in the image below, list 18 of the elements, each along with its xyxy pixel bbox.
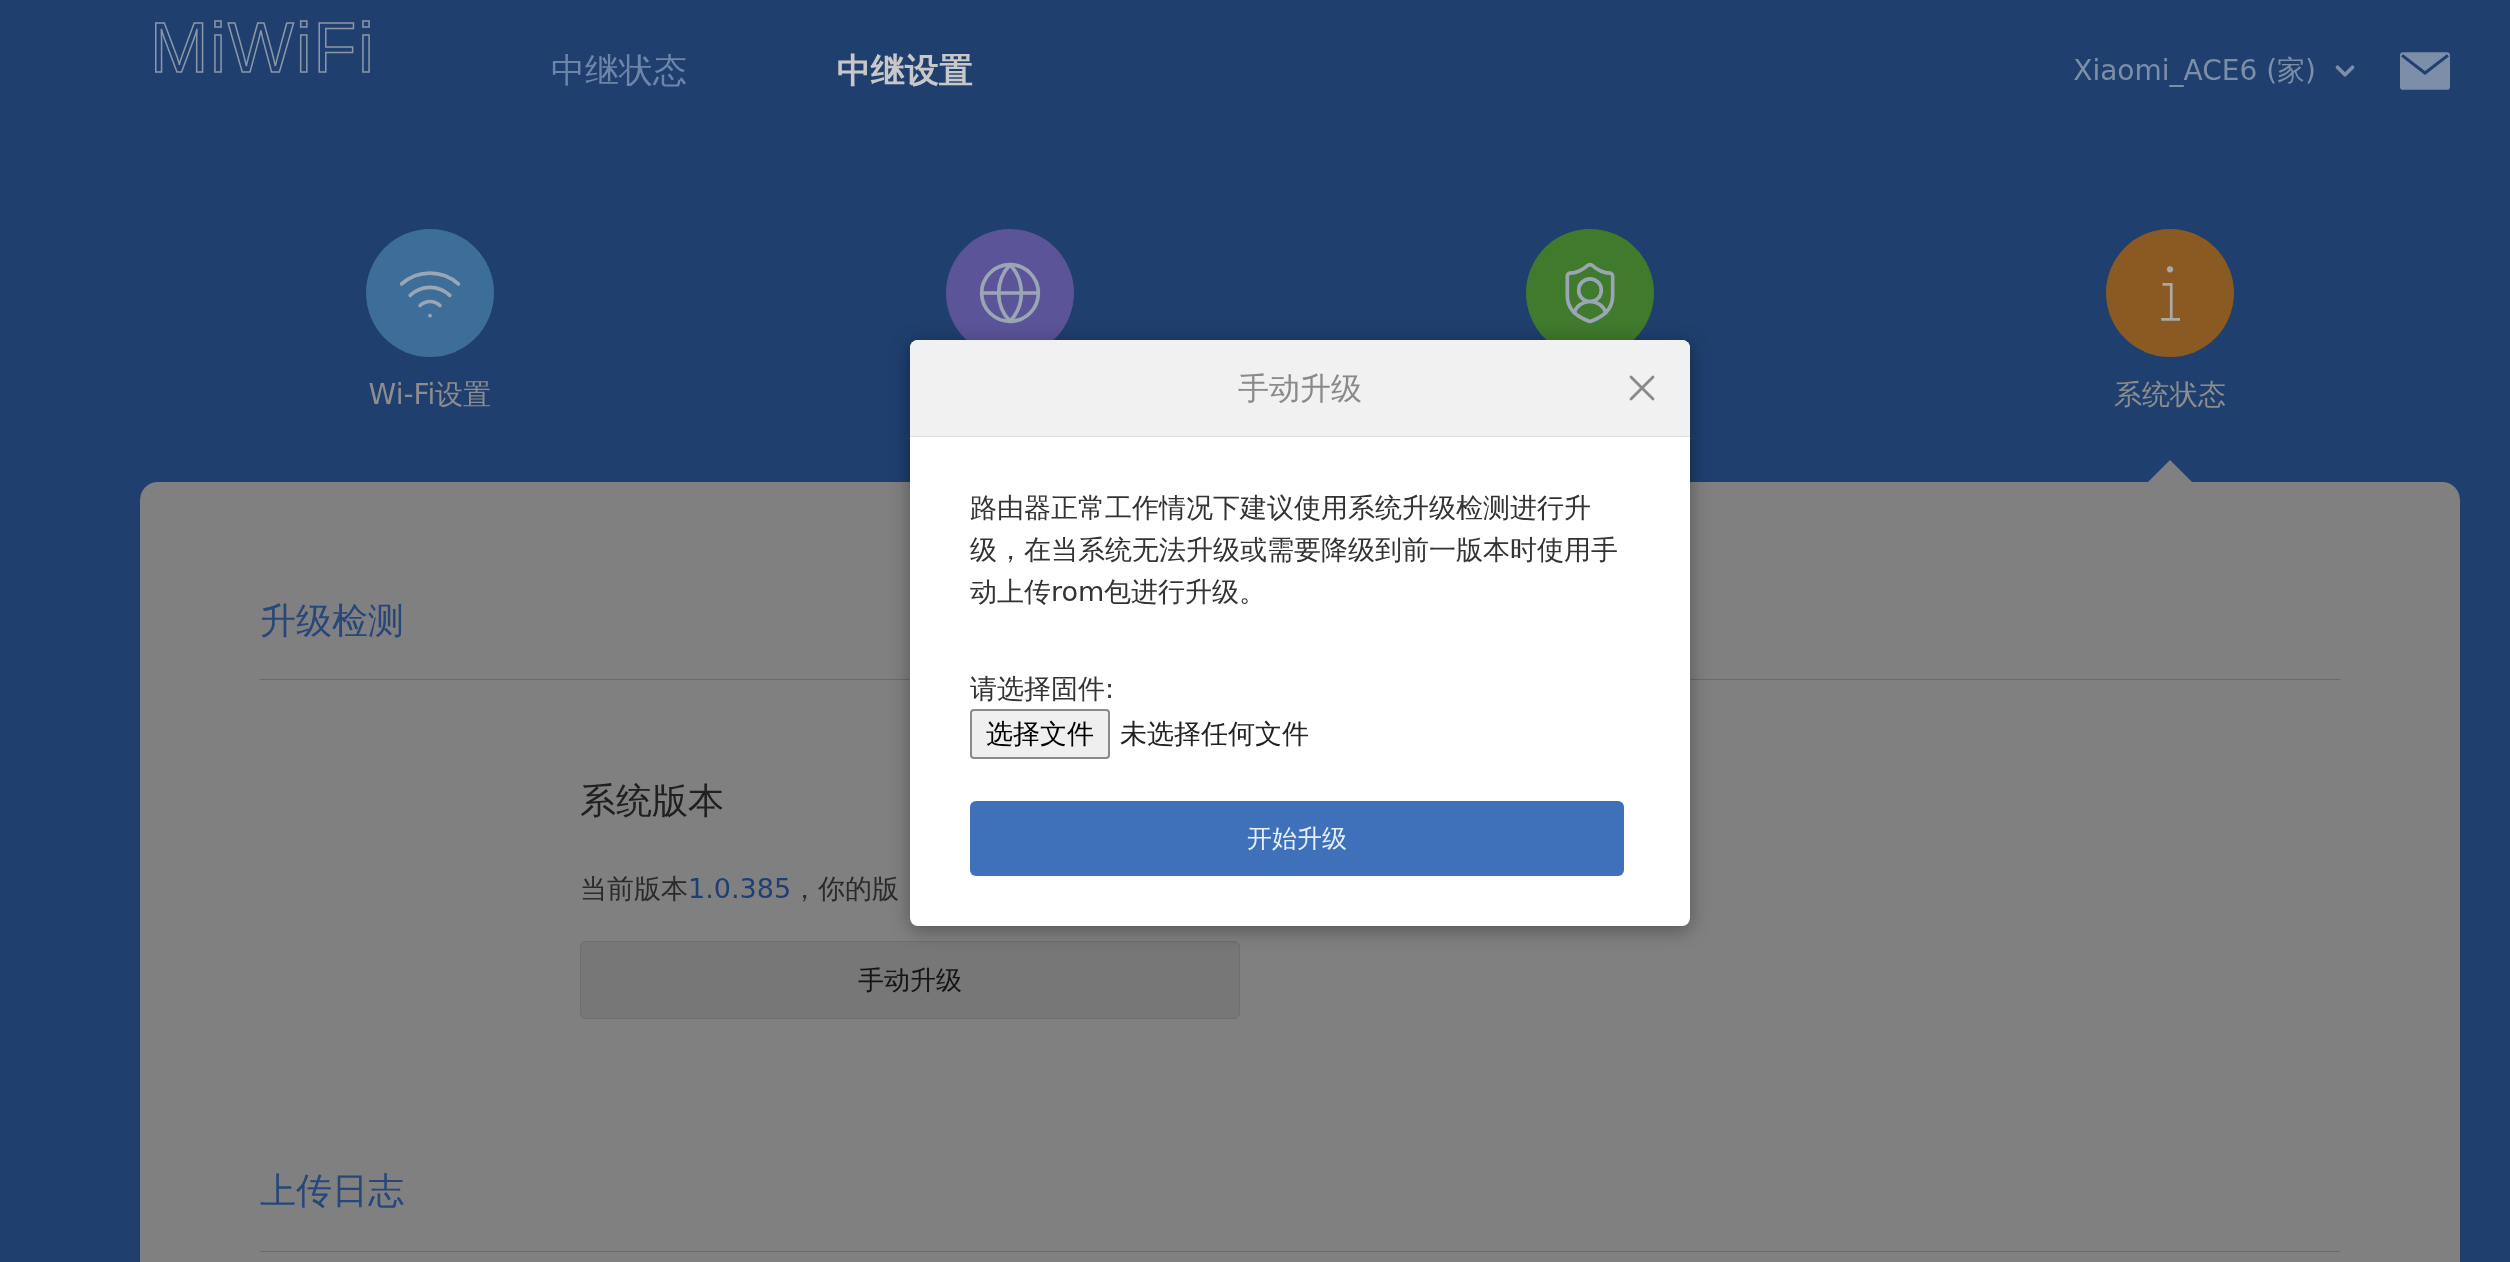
start-upgrade-button[interactable]: 开始升级 [970,801,1624,876]
section-title: 上传日志 [260,1169,404,1213]
dialog-message: 路由器正常工作情况下建议使用系统升级检测进行升级，在当系统无法升级或需要降级到前一版本时使用手动上传rom包进行升级。 [970,491,1619,609]
file-status: 未选择任何文件 [1120,716,1309,751]
mail-icon[interactable] [2400,52,2450,90]
choose-file-button[interactable]: 选择文件 [970,709,1110,759]
firmware-label: 请选择固件: [970,672,1115,706]
account-dropdown[interactable]: Xiaomi_ACE6 (家) [2073,50,2360,92]
logo[interactable]: MiWiFi [150,8,376,88]
feature-label[interactable]: 系统状态 [2114,377,2226,413]
version-title: 系统版本 [580,779,724,823]
nav-tab[interactable]: 中继状态 [550,48,687,92]
nav-tab[interactable]: 中继设置 [836,48,973,92]
version-text: 当前版本1.0.385，你的版 [580,872,900,906]
manual-upgrade-button[interactable]: 手动升级 [580,941,1240,1019]
feature-label[interactable]: Wi-Fi设置 [368,377,492,413]
dialog-title: 手动升级 [1238,368,1362,408]
section-title: 升级检测 [260,599,404,643]
